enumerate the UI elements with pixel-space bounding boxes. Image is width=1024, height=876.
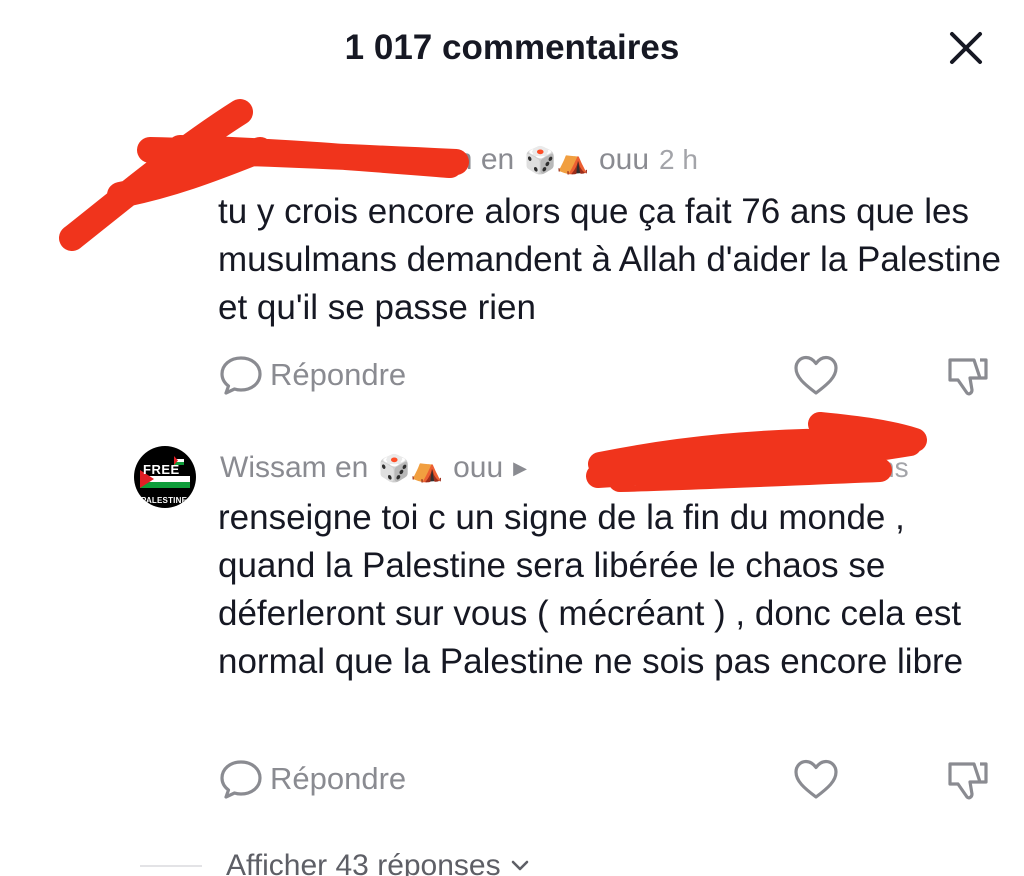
comment-time: ns [879,452,909,483]
reply-to-username-suffix[interactable]: ouu [599,143,649,177]
reply-bubble-icon [220,760,262,799]
dislike-icon[interactable] [944,352,992,400]
comment-text: renseigne toi c un signe de la fin du mo… [218,498,964,681]
reply-arrow-icon: ▶ [340,149,354,170]
show-replies-label: Afficher 43 réponses [226,849,501,876]
comment-actions: Répondre [218,756,1008,804]
comment-time: 2 h [659,144,698,175]
show-replies-button[interactable]: Afficher 43 réponses [140,846,531,876]
username-emoji: 🎲⛺ [378,452,444,483]
reply-label: Répondre [270,357,407,392]
heart-icon[interactable] [792,352,840,400]
comment-actions: Répondre [218,352,1008,400]
reply-arrow-icon: ▶ [513,457,528,478]
reply-button[interactable]: Répondre [218,758,406,800]
reply-label: Répondre [270,761,407,796]
heart-icon[interactable] [792,756,840,804]
comment-text: tu y crois encore alors que ça fait 76 a… [218,192,1001,327]
avatar[interactable]: FREE PALESTINE [134,446,196,508]
comments-sheet: 1 017 commentaires ▶ Wissam en 🎲⛺ ouu 2 … [0,0,1024,876]
comments-count-title: 1 017 commentaires [344,28,680,67]
close-icon[interactable] [944,26,988,70]
avatar-text-palestine: PALESTINE [141,496,188,505]
reply-button[interactable]: Répondre [218,354,406,396]
redaction-scribble [59,99,927,492]
comment-username-suffix[interactable]: ouu [453,451,503,485]
comment-username[interactable]: Wissam en [220,451,368,485]
chevron-down-icon [511,860,528,871]
dislike-icon[interactable] [944,756,992,804]
avatar-text-free: FREE [143,462,180,477]
comment-meta: ▶ Wissam en 🎲⛺ ouu 2 h [220,140,698,180]
divider [140,865,202,867]
reply-to-username[interactable]: Wissam en [366,143,514,177]
reply-bubble-icon [220,356,262,395]
username-emoji: 🎲⛺ [524,144,589,175]
comment-meta: Wissam en 🎲⛺ ouu ▶ ns [220,448,909,488]
